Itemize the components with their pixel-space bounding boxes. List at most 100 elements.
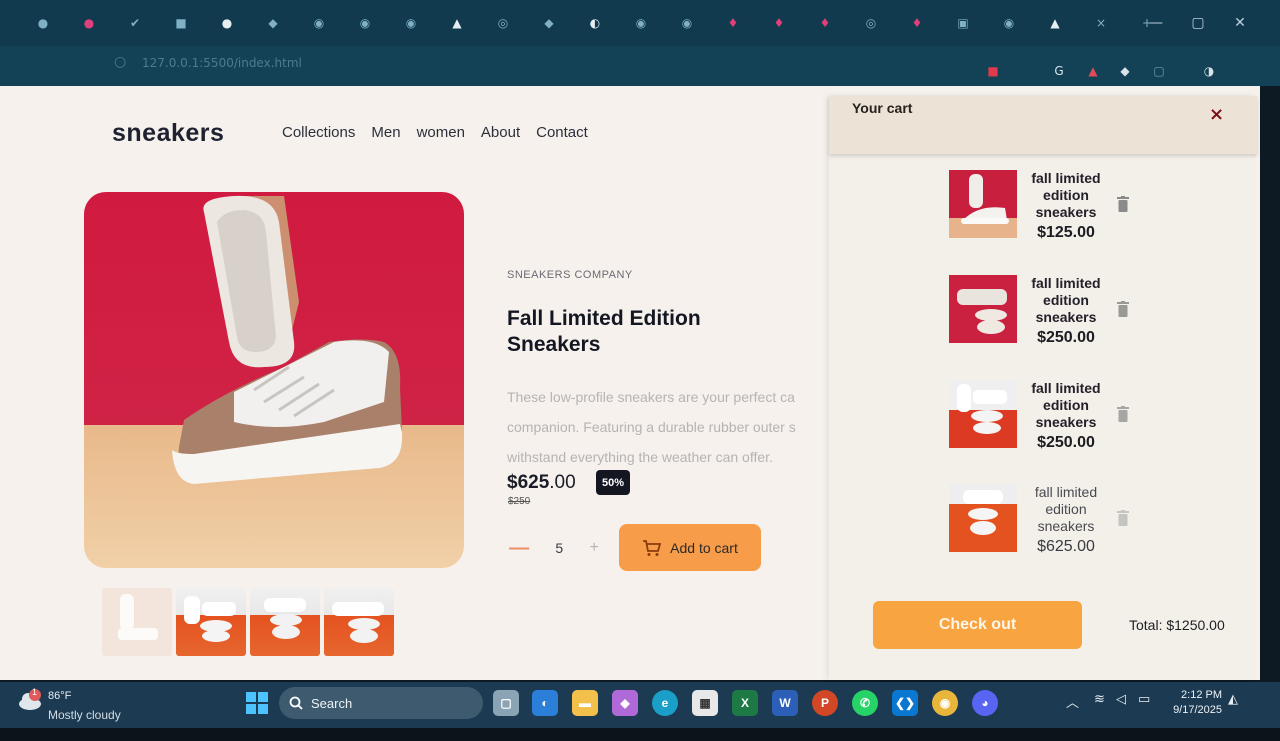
file-explorer-icon[interactable]: ▬	[572, 690, 598, 716]
product-thumbnails	[102, 588, 394, 656]
copilot-icon[interactable]: ◐	[532, 690, 558, 716]
quantity-value: 5	[555, 540, 564, 556]
system-clock[interactable]: 2:12 PM 9/17/2025	[1166, 688, 1222, 718]
maximize-icon[interactable]: ▢	[1178, 0, 1218, 46]
cart-panel: Your cart × fall limited edition sneaker…	[829, 96, 1257, 680]
tab-favicon-icon[interactable]: ♦	[756, 0, 802, 46]
tab-favicon-icon[interactable]: ●	[20, 0, 66, 46]
google-extension-icon[interactable]: G	[1050, 62, 1068, 80]
price-currency: $	[507, 472, 518, 493]
url-field[interactable]: 127.0.0.1:5500/index.html	[142, 56, 302, 70]
delete-icon[interactable]	[1117, 406, 1129, 422]
description-line: withstand everything the weather can off…	[507, 449, 773, 465]
windows-start-icon[interactable]	[244, 690, 270, 716]
photos-icon[interactable]: ◆	[612, 690, 638, 716]
decrease-quantity-button[interactable]: —	[509, 537, 529, 560]
extension-icon[interactable]: ▲	[1084, 62, 1102, 80]
window-close-icon[interactable]: ✕	[1220, 0, 1260, 46]
thumbnail-sneaker-image	[264, 598, 306, 639]
close-icon[interactable]: ×	[1209, 104, 1224, 125]
tab-favicon-icon[interactable]: ♦	[802, 0, 848, 46]
increase-quantity-button[interactable]: +	[590, 539, 599, 557]
tab-favicon-icon[interactable]: ♦	[710, 0, 756, 46]
whatsapp-icon[interactable]: ✆	[852, 690, 878, 716]
search-icon	[289, 696, 303, 710]
delete-icon[interactable]	[1117, 301, 1129, 317]
current-price: $625.00	[507, 472, 576, 494]
clock-time: 2:12 PM	[1181, 689, 1222, 701]
task-view-icon[interactable]: ▢	[493, 690, 519, 716]
reload-icon[interactable]: ○	[114, 54, 126, 70]
taskbar-search[interactable]: Search	[279, 687, 483, 719]
show-hidden-icons-icon[interactable]: ︿	[1066, 692, 1079, 711]
tab-favicon-icon[interactable]: ◉	[388, 0, 434, 46]
cart-item-image	[949, 484, 1017, 552]
tab-favicon-icon[interactable]: ▲	[1032, 0, 1078, 46]
cart-item-image	[949, 380, 1017, 448]
nav-women[interactable]: women	[417, 124, 465, 141]
thumbnail-4[interactable]	[324, 588, 394, 656]
delete-icon[interactable]	[1117, 196, 1129, 212]
cart-title: Your cart	[852, 100, 913, 116]
powerpoint-icon[interactable]: P	[812, 690, 838, 716]
tab-favicon-icon[interactable]: ◎	[480, 0, 526, 46]
store-icon[interactable]: ▦	[692, 690, 718, 716]
excel-icon[interactable]: X	[732, 690, 758, 716]
add-to-cart-button[interactable]: Add to cart	[619, 524, 761, 571]
battery-icon[interactable]: ▭	[1138, 692, 1150, 707]
cart-item-image	[949, 170, 1017, 238]
tab-favicon-icon[interactable]: ◆	[526, 0, 572, 46]
company-label: SNEAKERS COMPANY	[507, 269, 633, 281]
volume-icon[interactable]: ◁	[1116, 692, 1126, 707]
delete-icon[interactable]	[1117, 510, 1129, 526]
close-tab-icon[interactable]: ×	[1078, 0, 1124, 46]
notification-bell-icon[interactable]: ◭	[1228, 692, 1238, 707]
tab-favicon-icon[interactable]: ◉	[342, 0, 388, 46]
nav-contact[interactable]: Contact	[536, 124, 588, 141]
tab-favicon-icon[interactable]: ◉	[618, 0, 664, 46]
tab-favicon-icon[interactable]: ▣	[940, 0, 986, 46]
extension-icon[interactable]: ◆	[1116, 62, 1134, 80]
chrome-icon[interactable]: ◉	[932, 690, 958, 716]
nav-about[interactable]: About	[481, 124, 520, 141]
extensions-puzzle-icon[interactable]: ▢	[1150, 62, 1168, 80]
github-icon[interactable]: ●	[204, 0, 250, 46]
cart-total: Total: $1250.00	[1129, 617, 1225, 633]
checkout-button[interactable]: Check out	[873, 601, 1082, 649]
thumbnail-1[interactable]	[102, 588, 172, 656]
description-line: companion. Featuring a durable rubber ou…	[507, 419, 796, 435]
site-logo[interactable]: sneakers	[112, 119, 224, 148]
tab-favicon-icon[interactable]: ◎	[848, 0, 894, 46]
nav-men[interactable]: Men	[371, 124, 400, 141]
clock-date: 9/17/2025	[1173, 704, 1222, 716]
extension-icon[interactable]: ■	[984, 62, 1002, 80]
thumbnail-sneaker-image	[332, 602, 384, 643]
tab-favicon-icon[interactable]: ◉	[664, 0, 710, 46]
sneaker-illustration	[172, 195, 403, 484]
tab-favicon-icon[interactable]: ✔	[112, 0, 158, 46]
cart-item-price: $250.00	[1037, 434, 1095, 451]
tab-favicon-icon[interactable]: ♦	[894, 0, 940, 46]
tab-favicon-icon[interactable]: ■	[158, 0, 204, 46]
tab-favicon-icon[interactable]: ◆	[250, 0, 296, 46]
tab-favicon-icon[interactable]: ▲	[434, 0, 480, 46]
tab-favicon-icon[interactable]: ◉	[296, 0, 342, 46]
weather-widget[interactable]: 1 86°F Mostly cloudy	[18, 687, 121, 722]
tab-favicon-icon[interactable]: ◉	[986, 0, 1032, 46]
wifi-icon[interactable]: ≋	[1094, 692, 1105, 707]
tab-favicon-icon[interactable]: ◐	[572, 0, 618, 46]
discord-icon[interactable]: ◕	[972, 690, 998, 716]
edge-icon[interactable]: e	[652, 690, 678, 716]
tab-favicon-icon[interactable]: ●	[66, 0, 112, 46]
product-main-image[interactable]	[84, 192, 464, 568]
minimize-icon[interactable]: —	[1136, 0, 1176, 46]
thumbnail-2[interactable]	[176, 588, 246, 656]
cart-item-price: $125.00	[1037, 224, 1095, 241]
profile-icon[interactable]: ◑	[1200, 62, 1218, 80]
vscode-icon[interactable]: ❮❯	[892, 690, 918, 716]
word-icon[interactable]: W	[772, 690, 798, 716]
thumbnail-3[interactable]	[250, 588, 320, 656]
price-whole: 625	[517, 472, 550, 493]
nav-collections[interactable]: Collections	[282, 124, 355, 141]
cart-item-name: fall limited edition sneakers	[1031, 275, 1101, 325]
